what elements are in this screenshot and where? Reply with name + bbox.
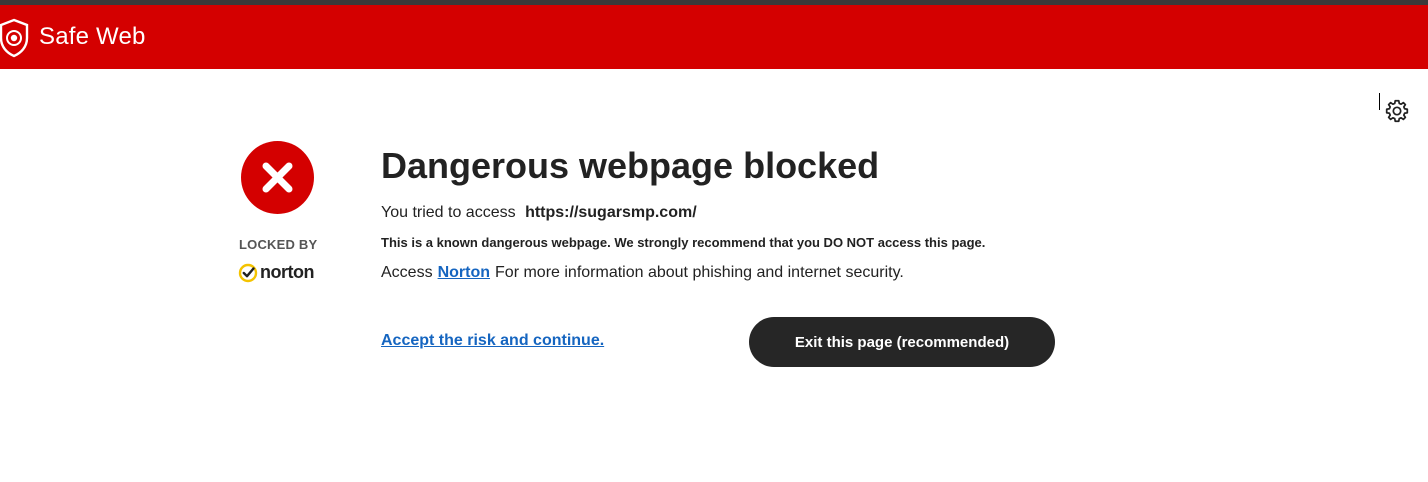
- page-title: Dangerous webpage blocked: [381, 145, 880, 186]
- norton-wordmark: norton: [260, 262, 314, 282]
- tried-prefix: You tried to access: [381, 204, 516, 221]
- locked-by-label: LOCKED BY: [239, 237, 318, 252]
- tried-access-line: You tried to access https://sugarsmp.com…: [381, 204, 697, 222]
- shield-icon: [0, 18, 29, 58]
- blocked-url: https://sugarsmp.com/: [525, 204, 697, 221]
- access-suffix: For more information about phishing and …: [495, 264, 904, 281]
- more-info-line: Access Norton For more information about p…: [381, 264, 904, 282]
- brand-title: Safe Web: [39, 23, 146, 50]
- access-prefix: Access: [381, 264, 433, 281]
- danger-warning: This is a known dangerous webpage. We st…: [381, 235, 986, 250]
- safe-web-header: Safe Web: [0, 5, 1428, 69]
- accept-risk-link[interactable]: Accept the risk and continue.: [381, 332, 604, 350]
- error-x-icon: [241, 141, 314, 214]
- gear-icon[interactable]: [1384, 98, 1410, 124]
- norton-logo: norton: [238, 262, 314, 283]
- checkmark-icon: [238, 263, 258, 282]
- text-cursor: [1379, 93, 1380, 110]
- exit-page-button[interactable]: Exit this page (recommended): [749, 317, 1055, 367]
- norton-link[interactable]: Norton: [438, 264, 490, 281]
